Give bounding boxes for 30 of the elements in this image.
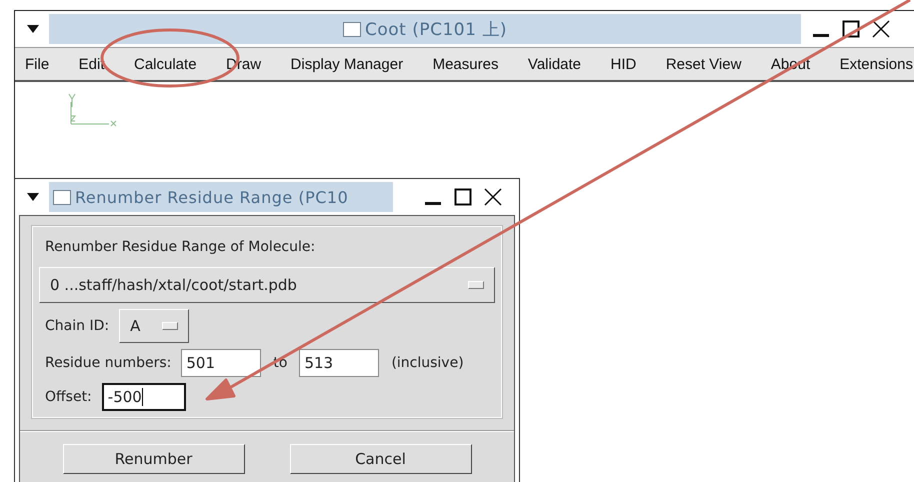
close-icon[interactable] — [483, 187, 503, 207]
input-field[interactable]: 513 — [299, 349, 380, 377]
chain-label: Chain ID: — [45, 318, 110, 334]
molecule-dropdown[interactable]: 0 ...staff/hash/xtal/coot/start.pdb — [39, 267, 495, 303]
maximize-icon[interactable] — [841, 19, 861, 39]
window-icon — [53, 190, 71, 204]
menu-item[interactable]: File — [17, 56, 58, 72]
menu-item[interactable]: Calculate — [126, 56, 205, 72]
window-icon — [343, 22, 361, 36]
inclusive-label: (inclusive) — [391, 355, 464, 371]
close-icon[interactable] — [871, 19, 891, 39]
dialog-button[interactable]: Renumber — [62, 444, 244, 474]
window-menu-icon[interactable] — [27, 25, 39, 33]
maximize-icon[interactable] — [453, 187, 473, 207]
menu-item[interactable]: HID — [602, 56, 644, 72]
chain-dropdown[interactable]: A — [119, 309, 190, 343]
menu-item[interactable]: Measures — [424, 56, 506, 72]
section-heading: Renumber Residue Range of Molecule: — [45, 239, 316, 255]
dialog-button[interactable]: Cancel — [290, 444, 472, 474]
offset-label: Offset: — [45, 389, 92, 405]
window-title: Coot (PC101 上) — [365, 18, 507, 40]
menu-item[interactable]: Validate — [520, 56, 590, 72]
menu-item[interactable]: Extensions — [832, 56, 914, 72]
dialog-title: Renumber Residue Range (PC10 — [75, 188, 348, 206]
residue-label: Residue numbers: — [45, 355, 172, 371]
window-menu-icon[interactable] — [27, 193, 39, 201]
input-field[interactable]: 501 — [181, 349, 262, 377]
menu-item[interactable]: Display Manager — [282, 56, 412, 72]
menu-item[interactable]: Reset View — [658, 56, 750, 72]
input-field[interactable]: -500 — [102, 383, 186, 411]
